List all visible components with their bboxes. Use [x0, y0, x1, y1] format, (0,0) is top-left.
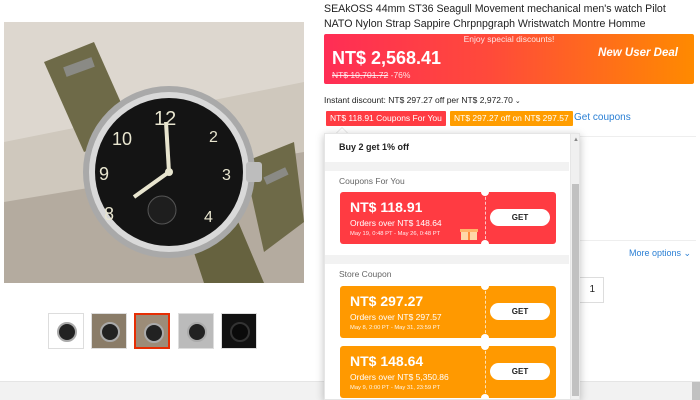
chevron-down-icon: ⌄	[514, 98, 521, 105]
coupon-card: NT$ 297.27 Orders over NT$ 297.57 May 8,…	[340, 286, 556, 338]
notch	[481, 346, 489, 350]
product-title: SEAkOSS 44mm ST36 Seagull Movement mecha…	[324, 3, 666, 30]
main-product-image[interactable]: 12 2 3 8 9 10 4	[4, 22, 304, 283]
get-coupon-button[interactable]: GET	[490, 303, 550, 320]
coupon-validity: May 9, 0:00 PT - May 31, 23:59 PT	[350, 385, 441, 391]
thumbnail-1[interactable]	[48, 313, 84, 349]
notch	[481, 286, 489, 290]
more-options-label: More options	[629, 248, 682, 258]
coupon-condition: Orders over NT$ 5,350.86	[350, 372, 449, 382]
current-price: NT$ 2,568.41	[332, 48, 442, 68]
chevron-down-icon: ⌄	[683, 248, 692, 258]
coupon-amount: NT$ 118.91	[350, 199, 423, 215]
coupon-tag-for-you[interactable]: NT$ 118.91 Coupons For You	[326, 111, 446, 126]
notch	[481, 192, 489, 196]
coupon-amount: NT$ 148.64	[350, 353, 424, 369]
svg-text:9: 9	[99, 164, 109, 184]
section-separator	[325, 255, 569, 264]
price-banner: Enjoy special discounts! NT$ 2,568.41 NT…	[324, 34, 694, 84]
promo-tip: Enjoy special discounts!	[463, 34, 555, 44]
instant-discount[interactable]: Instant discount: NT$ 297.27 off per NT$…	[324, 95, 521, 105]
coupon-card: NT$ 118.91 Orders over NT$ 148.64 May 19…	[340, 192, 556, 244]
dropdown-scrollbar[interactable]: ▲	[570, 134, 579, 399]
svg-text:8: 8	[104, 204, 114, 224]
new-user-deal-badge: New User Deal	[598, 47, 678, 59]
coupon-dropdown: Buy 2 get 1% off Coupons For You NT$ 118…	[324, 133, 580, 400]
svg-text:3: 3	[222, 167, 231, 184]
get-coupon-button[interactable]: GET	[490, 363, 550, 380]
coupon-tag-store[interactable]: NT$ 297.27 off on NT$ 297.57	[450, 111, 573, 126]
coupon-validity: May 8, 2:00 PT - May 31, 23:59 PT	[350, 325, 441, 331]
scroll-up-icon[interactable]: ▲	[573, 137, 579, 143]
thumbnail-3-selected[interactable]	[134, 313, 170, 349]
notch	[481, 394, 489, 398]
watch-image: 12 2 3 8 9 10 4	[4, 22, 304, 283]
perforation	[485, 346, 486, 398]
dropdown-header: Buy 2 get 1% off	[339, 142, 410, 152]
svg-text:2: 2	[209, 129, 218, 146]
coupon-condition: Orders over NT$ 148.64	[350, 218, 442, 228]
get-coupons-link[interactable]: Get coupons	[574, 112, 631, 123]
original-price: NT$ 10,701.72 -76%	[332, 70, 410, 80]
svg-text:4: 4	[204, 209, 213, 226]
coupon-validity: May 19, 0:48 PT - May 26, 0:48 PT	[350, 231, 441, 237]
more-options-link[interactable]: More options ⌄	[629, 248, 691, 259]
original-price-value: NT$ 10,701.72	[332, 70, 389, 80]
section-separator	[325, 162, 569, 171]
coupon-amount: NT$ 297.27	[350, 293, 424, 309]
notch	[481, 240, 489, 244]
perforation	[485, 192, 486, 244]
section-title-store: Store Coupon	[339, 269, 392, 279]
gift-icon	[460, 229, 478, 240]
coupon-card: NT$ 148.64 Orders over NT$ 5,350.86 May …	[340, 346, 556, 398]
section-title-for-you: Coupons For You	[339, 176, 405, 186]
coupon-condition: Orders over NT$ 297.57	[350, 312, 442, 322]
discount-percent: -76%	[390, 70, 411, 80]
perforation	[485, 286, 486, 338]
product-page: 12 2 3 8 9 10 4 SEAkOSS 44mm ST36 Seagul…	[0, 0, 700, 400]
thumbnail-5[interactable]	[221, 313, 257, 349]
svg-text:10: 10	[112, 129, 132, 149]
get-coupon-button[interactable]: GET	[490, 209, 550, 226]
page-scrollbar[interactable]	[692, 382, 700, 400]
thumbnail-4[interactable]	[178, 313, 214, 349]
divider	[580, 136, 696, 137]
instant-discount-text: Instant discount: NT$ 297.27 off per NT$…	[324, 95, 513, 105]
notch	[481, 334, 489, 338]
divider	[580, 240, 696, 241]
thumbnail-2[interactable]	[91, 313, 127, 349]
scrollbar-thumb[interactable]	[572, 184, 579, 396]
